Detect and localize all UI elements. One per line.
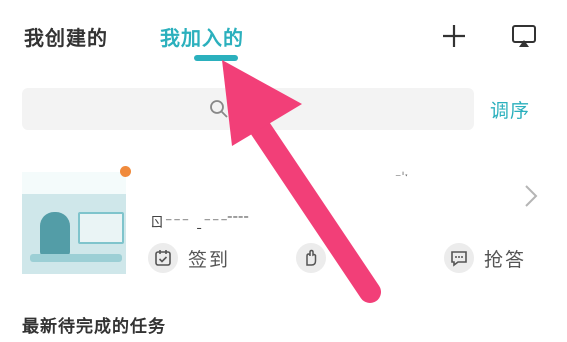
class-thumbnail[interactable] xyxy=(22,172,126,274)
hand-raise-icon xyxy=(296,243,326,273)
screen-cast-button[interactable] xyxy=(506,18,542,54)
quick-answer-label: 抢答 xyxy=(484,248,527,271)
active-tab-indicator xyxy=(194,55,238,61)
chat-bubble-icon xyxy=(444,243,474,273)
class-subtitle: ⁻ˈˑ xyxy=(395,170,409,184)
add-button[interactable] xyxy=(436,18,472,54)
tab-joined[interactable]: 我加入的 xyxy=(160,22,244,51)
unread-dot xyxy=(120,166,131,177)
raise-hand-button[interactable]: 手 xyxy=(296,240,357,276)
calendar-check-icon xyxy=(148,243,178,273)
section-title: 最新待完成的任务 xyxy=(22,317,166,337)
sort-button[interactable]: 调序 xyxy=(490,96,530,123)
annotation-arrow xyxy=(222,60,381,303)
plus-icon xyxy=(443,25,465,47)
search-bar[interactable] xyxy=(22,88,474,130)
tab-created[interactable]: 我创建的 xyxy=(24,22,108,51)
screen-cast-icon xyxy=(512,25,536,47)
search-icon xyxy=(210,100,228,118)
raise-hand-label: 手 xyxy=(336,248,358,271)
class-title[interactable]: ㄖ⁻⁻⁻ ˍ⁻⁻⁻ ̄ ̄ ̄ ̄ xyxy=(150,212,251,232)
quick-answer-button[interactable]: 抢答 xyxy=(444,240,526,276)
chevron-right-icon[interactable] xyxy=(522,182,540,214)
checkin-label: 签到 xyxy=(188,248,231,271)
checkin-button[interactable]: 签到 xyxy=(148,240,230,276)
search-input[interactable] xyxy=(22,88,474,130)
